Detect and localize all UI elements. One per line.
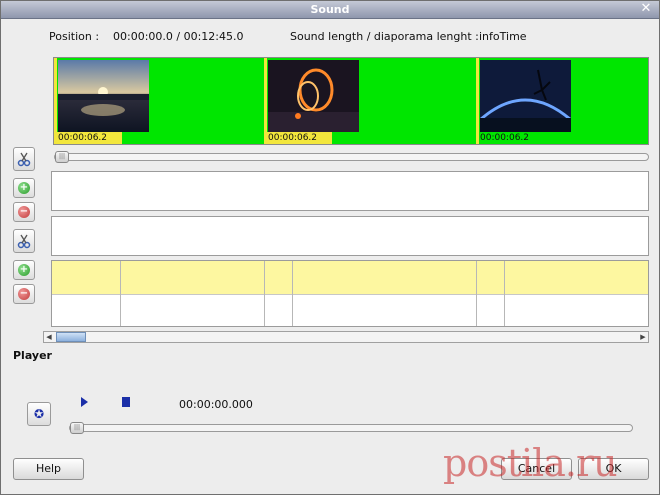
player-slider[interactable]: ||| <box>69 422 633 434</box>
sound-length-value: infoTime <box>479 30 527 43</box>
plus-icon: + <box>18 182 30 194</box>
grid-divider <box>52 294 648 295</box>
minus-icon: − <box>18 288 30 300</box>
cut-button-1[interactable] <box>13 147 35 171</box>
stop-icon[interactable] <box>122 397 130 407</box>
grid-divider <box>264 261 265 326</box>
sound-grid[interactable] <box>51 260 649 327</box>
clip-2[interactable]: 00:00:06.2 <box>264 58 360 144</box>
player-section-label: Player <box>13 349 52 362</box>
clip-3[interactable]: 00:00:06.2 <box>476 58 572 144</box>
clip-thumbnail <box>58 60 149 132</box>
scrollbar-thumb[interactable] <box>56 332 86 342</box>
remove-button-2[interactable]: − <box>13 284 35 304</box>
cut-button-2[interactable] <box>13 229 35 253</box>
slider-handle[interactable]: ||| <box>55 151 69 163</box>
minus-icon: − <box>18 206 30 218</box>
close-icon[interactable]: ✕ <box>639 2 653 16</box>
clip-timecode: 00:00:06.2 <box>57 132 122 144</box>
scissors-icon <box>17 234 31 249</box>
sound-dialog: Sound ✕ Position : 00:00:00.0 / 00:12:45… <box>0 0 660 495</box>
slider-handle[interactable]: ||| <box>70 422 84 434</box>
title-bar: Sound ✕ <box>1 1 659 19</box>
grid-divider <box>476 261 477 326</box>
slide-strip[interactable]: 00:00:06.2 00:00:06.2 00:00:06.2 <box>53 57 649 145</box>
grid-divider <box>120 261 121 326</box>
scroll-left-icon[interactable]: ◀ <box>44 332 54 342</box>
grid-divider <box>504 261 505 326</box>
sound-track-2[interactable] <box>51 216 649 256</box>
clip-timecode: 00:00:06.2 <box>480 133 530 143</box>
plus-icon: + <box>18 264 30 276</box>
clip-thumbnail <box>480 60 571 132</box>
add-button-1[interactable]: + <box>13 178 35 198</box>
sound-track-1[interactable] <box>51 171 649 211</box>
timeline-slider[interactable]: ||| <box>54 151 649 163</box>
play-icon[interactable] <box>81 397 88 407</box>
grid-row-highlight <box>52 261 648 294</box>
refresh-icon: ✪ <box>33 407 45 421</box>
watermark: postila.ru <box>443 441 618 485</box>
horizontal-scrollbar[interactable]: ◀ ▶ <box>43 331 649 343</box>
refresh-button[interactable]: ✪ <box>27 402 51 426</box>
clip-timecode: 00:00:06.2 <box>267 132 332 144</box>
position-label: Position : <box>49 30 100 43</box>
clip-thumbnail <box>268 60 359 132</box>
help-button[interactable]: Help <box>13 458 84 480</box>
sound-length-label: Sound length / diaporama lenght : <box>290 30 479 43</box>
window-title: Sound <box>310 3 350 16</box>
position-value: 00:00:00.0 / 00:12:45.0 <box>113 30 244 43</box>
grid-divider <box>292 261 293 326</box>
scissors-icon <box>17 152 31 167</box>
add-button-2[interactable]: + <box>13 260 35 280</box>
remove-button-1[interactable]: − <box>13 202 35 222</box>
scroll-right-icon[interactable]: ▶ <box>638 332 648 342</box>
clip-1[interactable]: 00:00:06.2 <box>54 58 150 144</box>
player-time: 00:00:00.000 <box>179 398 253 411</box>
